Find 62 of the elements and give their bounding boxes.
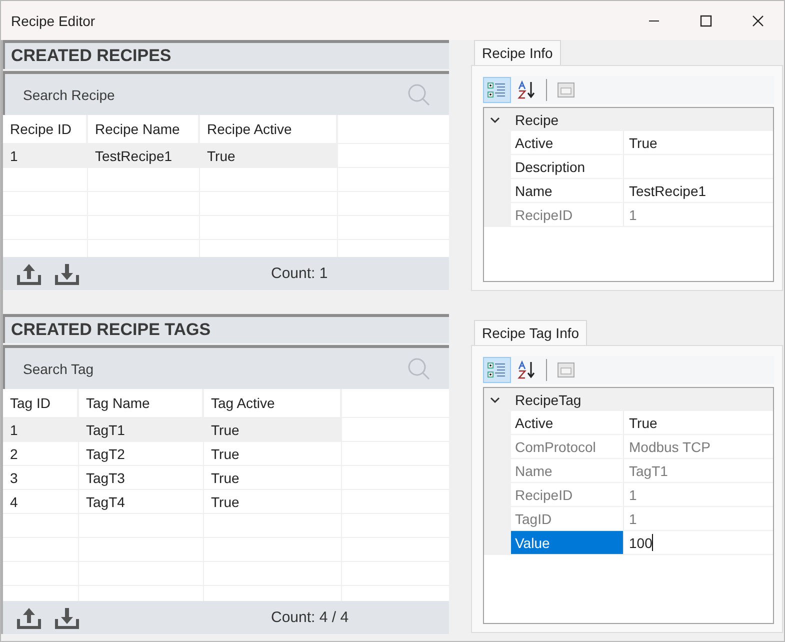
- table-cell: 4: [3, 490, 79, 513]
- table-cell: TestRecipe1: [88, 144, 200, 167]
- table-cell: True: [204, 418, 342, 441]
- categorized-view-button[interactable]: [483, 357, 511, 383]
- property-value[interactable]: 1: [624, 483, 773, 506]
- property-name[interactable]: ComProtocol: [511, 435, 624, 458]
- section-title: CREATED RECIPES: [11, 46, 172, 66]
- property-name[interactable]: Name: [511, 459, 624, 482]
- table-row[interactable]: 1 TagT1 True: [3, 418, 449, 442]
- category-label: Recipe: [515, 112, 559, 128]
- section-title: CREATED RECIPE TAGS: [11, 320, 211, 340]
- property-value[interactable]: TagT1: [624, 459, 773, 482]
- tab[interactable]: Recipe Tag Info: [474, 320, 588, 345]
- table-row[interactable]: 3 TagT3 True: [3, 466, 449, 490]
- search-input[interactable]: Search Recipe: [23, 86, 407, 102]
- tab[interactable]: Recipe Info: [474, 40, 561, 65]
- table-cell: TagT1: [79, 418, 204, 441]
- table-cell: TagT4: [79, 490, 204, 513]
- table-cell: 1: [3, 144, 88, 167]
- property-name[interactable]: RecipeID: [511, 203, 624, 226]
- search-field[interactable]: Search Tag: [3, 345, 449, 389]
- property-value[interactable]: 1: [624, 203, 773, 226]
- table-cell: True: [204, 442, 342, 465]
- search-input[interactable]: Search Tag: [23, 360, 407, 376]
- table-cell: True: [204, 490, 342, 513]
- table-cell: 3: [3, 466, 79, 489]
- property-name[interactable]: Value: [511, 531, 624, 554]
- sort-icon[interactable]: [517, 360, 537, 380]
- table-row[interactable]: 1 TestRecipe1 True: [3, 144, 449, 168]
- property-value[interactable]: True: [624, 411, 773, 434]
- table-cell: True: [204, 466, 342, 489]
- count-label: Count: 4 / 4: [271, 609, 349, 626]
- list-icon[interactable]: [487, 80, 507, 100]
- property-name[interactable]: Active: [511, 411, 624, 434]
- table-cell: TagT3: [79, 466, 204, 489]
- list-icon[interactable]: [487, 360, 507, 380]
- property-value[interactable]: TestRecipe1: [624, 179, 773, 202]
- search-field[interactable]: Search Recipe: [3, 71, 449, 115]
- category-row[interactable]: RecipeTag: [484, 388, 773, 411]
- table-row[interactable]: 4 TagT4 True: [3, 490, 449, 514]
- category-label: RecipeTag: [515, 392, 582, 408]
- maximize-icon[interactable]: [700, 14, 712, 26]
- property-value[interactable]: True: [624, 131, 773, 154]
- window-title: Recipe Editor: [10, 12, 96, 28]
- property-value[interactable]: Modbus TCP: [624, 435, 773, 458]
- table-cell: True: [200, 144, 338, 167]
- property-name[interactable]: TagID: [511, 507, 624, 530]
- property-name[interactable]: Active: [511, 131, 624, 154]
- property-name[interactable]: RecipeID: [511, 483, 624, 506]
- close-icon[interactable]: [752, 14, 764, 26]
- property-name[interactable]: Description: [511, 155, 624, 178]
- category-row[interactable]: Recipe: [484, 108, 773, 131]
- property-value[interactable]: 1: [624, 507, 773, 530]
- table-row[interactable]: 2 TagT2 True: [3, 442, 449, 466]
- categorized-view-button[interactable]: [483, 77, 511, 103]
- count-label: Count: 1: [271, 265, 328, 282]
- table-cell: 1: [3, 418, 79, 441]
- property-value[interactable]: 100: [624, 531, 773, 554]
- sort-icon[interactable]: [517, 80, 537, 100]
- table-cell: TagT2: [79, 442, 204, 465]
- property-name[interactable]: Name: [511, 179, 624, 202]
- table-cell: 2: [3, 442, 79, 465]
